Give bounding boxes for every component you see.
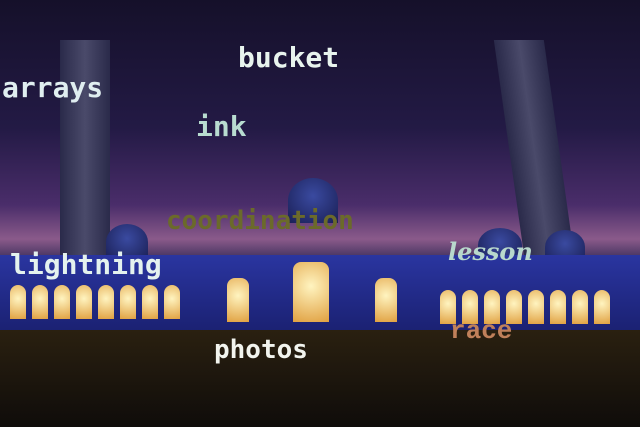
word-race: race (450, 316, 513, 346)
word-coordination: coordination (166, 206, 354, 236)
courtyard (0, 330, 640, 427)
word-ink: ink (196, 110, 247, 143)
arches-left (10, 285, 190, 325)
arches-center (225, 262, 405, 322)
word-bucket: bucket (238, 41, 340, 74)
word-photos: photos (214, 335, 308, 365)
word-lesson: lesson (448, 237, 533, 266)
word-arrays: arrays (2, 71, 104, 104)
word-lightning: lightning (10, 248, 162, 281)
